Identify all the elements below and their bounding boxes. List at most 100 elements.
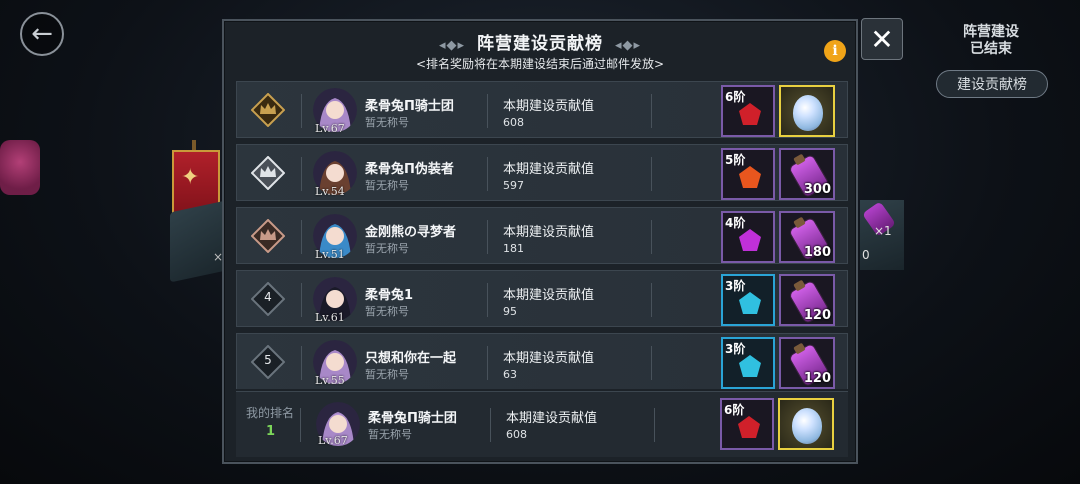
player-title: 暂无称号 bbox=[368, 428, 412, 441]
gem-icon bbox=[739, 292, 761, 314]
contribution-label: 本期建设贡献值 bbox=[503, 288, 595, 303]
contribution-value: 608 bbox=[506, 428, 527, 441]
eagle-icon: ✦ bbox=[181, 165, 200, 190]
tier-reward[interactable]: 6阶 bbox=[720, 398, 774, 450]
player-title: 暂无称号 bbox=[365, 116, 409, 129]
divider bbox=[301, 157, 302, 191]
level-label: Lv.67 bbox=[315, 122, 345, 135]
level-label: Lv.54 bbox=[315, 185, 345, 198]
divider bbox=[487, 94, 488, 128]
contribution-label: 本期建设贡献值 bbox=[503, 162, 595, 177]
divider bbox=[487, 283, 488, 317]
gem-icon bbox=[739, 103, 761, 125]
divider bbox=[301, 346, 302, 380]
gem-icon bbox=[739, 355, 761, 377]
divider bbox=[651, 220, 652, 254]
table-row[interactable]: Lv.51 金刚熊の寻梦者 暂无称号 本期建设贡献值 181 4阶 180 bbox=[236, 207, 848, 264]
divider bbox=[651, 346, 652, 380]
tier-reward[interactable]: 6阶 bbox=[721, 85, 775, 137]
bg-zero: 0 bbox=[862, 248, 870, 262]
tier-reward[interactable]: 5阶 bbox=[721, 148, 775, 200]
divider bbox=[654, 408, 655, 442]
crown-rank-icon bbox=[251, 219, 285, 253]
player-name: 柔骨兔Π伪装者 bbox=[365, 162, 454, 177]
contribution-value: 95 bbox=[503, 305, 517, 318]
divider bbox=[651, 157, 652, 191]
gem-icon bbox=[738, 416, 760, 438]
player-title: 暂无称号 bbox=[365, 368, 409, 381]
rank-number: 5 bbox=[264, 353, 272, 367]
arrow-left-icon: ← bbox=[31, 19, 53, 49]
table-row[interactable]: 4 Lv.61 柔骨兔1 暂无称号 本期建设贡献值 95 3阶 120 bbox=[236, 270, 848, 327]
gift-quantity: 120 bbox=[803, 371, 831, 386]
table-row[interactable]: Lv.67 柔骨兔Π骑士团 暂无称号 本期建设贡献值 608 6阶 bbox=[236, 81, 848, 138]
gem-icon bbox=[739, 229, 761, 251]
close-button[interactable]: ✕ bbox=[861, 18, 903, 60]
contribution-label: 本期建设贡献值 bbox=[503, 99, 595, 114]
bg-item-count: ×1 bbox=[874, 224, 892, 238]
gem-icon bbox=[739, 166, 761, 188]
level-label: Lv.51 bbox=[315, 248, 345, 261]
contribution-rank-button[interactable]: 建设贡献榜 bbox=[936, 70, 1048, 98]
player-name: 柔骨兔Π骑士团 bbox=[365, 99, 454, 114]
gift-reward[interactable]: 180 bbox=[779, 211, 835, 263]
tier-reward[interactable]: 3阶 bbox=[721, 337, 775, 389]
tier-reward[interactable]: 3阶 bbox=[721, 274, 775, 326]
pink-creature-decoration bbox=[0, 140, 40, 195]
player-name: 柔骨兔Π骑士团 bbox=[368, 411, 457, 426]
gift-reward[interactable]: 120 bbox=[779, 274, 835, 326]
divider bbox=[487, 346, 488, 380]
gift-reward[interactable] bbox=[779, 85, 835, 137]
gift-quantity: 180 bbox=[803, 245, 831, 260]
info-icon[interactable]: i bbox=[824, 40, 846, 62]
divider bbox=[301, 94, 302, 128]
divider bbox=[301, 220, 302, 254]
divider bbox=[301, 283, 302, 317]
my-rank-row: 我的排名 1 Lv.67 柔骨兔Π骑士团 暂无称号 本期建设贡献值 608 6阶 bbox=[236, 391, 848, 457]
player-title: 暂无称号 bbox=[365, 179, 409, 192]
crown-rank-icon bbox=[251, 93, 285, 127]
ranking-list[interactable]: Lv.67 柔骨兔Π骑士团 暂无称号 本期建设贡献值 608 6阶 Lv.54 … bbox=[236, 81, 848, 389]
player-title: 暂无称号 bbox=[365, 305, 409, 318]
contribution-value: 63 bbox=[503, 368, 517, 381]
divider bbox=[490, 408, 491, 442]
divider bbox=[651, 94, 652, 128]
egg-icon bbox=[793, 95, 823, 131]
player-name: 只想和你在一起 bbox=[365, 351, 457, 366]
build-status-text: 阵营建设 已结束 bbox=[963, 24, 1019, 57]
player-title: 暂无称号 bbox=[365, 242, 409, 255]
panel-title: ◂◆▸ 阵营建设贡献榜 ◂◆▸ bbox=[224, 29, 856, 54]
contribution-label: 本期建设贡献值 bbox=[503, 225, 595, 240]
gift-reward[interactable] bbox=[778, 398, 834, 450]
contribution-value: 597 bbox=[503, 179, 524, 192]
title-deco-right: ◂◆▸ bbox=[615, 38, 642, 53]
table-row[interactable]: 5 Lv.55 只想和你在一起 暂无称号 本期建设贡献值 63 3阶 120 bbox=[236, 333, 848, 389]
crown-rank-icon bbox=[251, 156, 285, 190]
back-button[interactable]: ← bbox=[20, 12, 64, 56]
panel-subtitle: <排名奖励将在本期建设结束后通过邮件发放> bbox=[415, 57, 665, 71]
player-name: 金刚熊の寻梦者 bbox=[365, 225, 457, 240]
gift-quantity: 300 bbox=[803, 182, 831, 197]
my-rank-label: 我的排名 bbox=[246, 406, 295, 420]
egg-icon bbox=[792, 408, 822, 444]
gift-reward[interactable]: 300 bbox=[779, 148, 835, 200]
divider bbox=[487, 220, 488, 254]
level-label: Lv.67 bbox=[318, 434, 348, 447]
level-label: Lv.61 bbox=[315, 311, 345, 324]
my-rank-value: 1 bbox=[266, 424, 276, 439]
contribution-label: 本期建设贡献值 bbox=[506, 411, 598, 426]
contribution-label: 本期建设贡献值 bbox=[503, 351, 595, 366]
table-row[interactable]: Lv.54 柔骨兔Π伪装者 暂无称号 本期建设贡献值 597 5阶 300 bbox=[236, 144, 848, 201]
gift-reward[interactable]: 120 bbox=[779, 337, 835, 389]
divider bbox=[651, 283, 652, 317]
tier-reward[interactable]: 4阶 bbox=[721, 211, 775, 263]
player-name: 柔骨兔1 bbox=[365, 288, 414, 303]
level-label: Lv.55 bbox=[315, 374, 345, 387]
title-deco-left: ◂◆▸ bbox=[438, 38, 465, 53]
contribution-value: 608 bbox=[503, 116, 524, 129]
ranking-panel: ◂◆▸ 阵营建设贡献榜 ◂◆▸ <排名奖励将在本期建设结束后通过邮件发放> i Lv… bbox=[222, 19, 858, 464]
rank-number: 4 bbox=[264, 290, 272, 304]
title-text: 阵营建设贡献榜 bbox=[477, 34, 603, 54]
close-icon: ✕ bbox=[870, 22, 894, 56]
contribution-value: 181 bbox=[503, 242, 524, 255]
